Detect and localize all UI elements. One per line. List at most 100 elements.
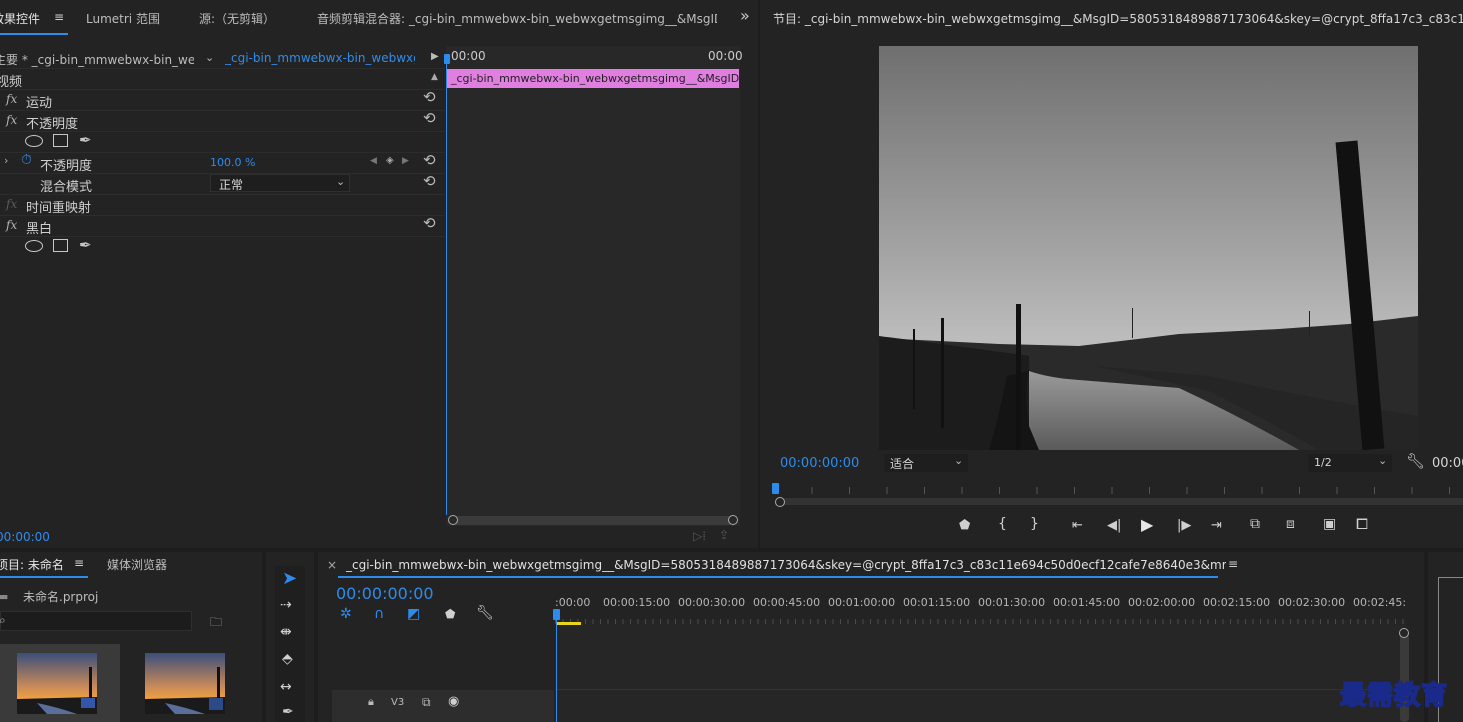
slip-tool-icon[interactable]: ↔ bbox=[280, 679, 292, 695]
zoom-handle[interactable] bbox=[775, 497, 785, 507]
ruler-label: :00:00 bbox=[555, 596, 591, 609]
step-back-icon[interactable]: ◀| bbox=[1107, 518, 1121, 533]
reset-icon[interactable]: ⟲ bbox=[423, 214, 436, 232]
effect-timecode[interactable]: 00:00:00 bbox=[0, 530, 50, 544]
tab-lumetri-scopes[interactable]: Lumetri 范围 bbox=[86, 10, 160, 27]
program-ruler[interactable] bbox=[774, 480, 1454, 494]
timeline-title[interactable]: _cgi-bin_mmwebwx-bin_webwxgetmsgimg__&Ms… bbox=[346, 558, 1226, 572]
go-to-in-icon[interactable]: ⇤ bbox=[1072, 518, 1083, 533]
add-keyframe-icon[interactable]: ◈ bbox=[386, 155, 394, 166]
linked-selection-icon[interactable]: ◩ bbox=[407, 606, 420, 622]
fit-dropdown[interactable]: 适合 ⌄ bbox=[884, 454, 968, 472]
prev-keyframe-icon[interactable]: ◀ bbox=[370, 156, 377, 166]
sync-lock-icon[interactable]: ⧉ bbox=[422, 695, 431, 710]
blend-mode-dropdown[interactable]: 正常 ⌄ bbox=[210, 174, 350, 192]
opacity-param-label: 不透明度 bbox=[40, 159, 93, 174]
resolution-dropdown[interactable]: 1/2 ⌄ bbox=[1308, 454, 1392, 472]
reset-icon[interactable]: ⟲ bbox=[423, 109, 436, 127]
lock-icon[interactable]: 🔒︎ bbox=[368, 695, 374, 709]
playhead-marker[interactable] bbox=[444, 54, 450, 64]
program-playhead[interactable] bbox=[772, 483, 779, 494]
timeline-ruler[interactable] bbox=[555, 610, 1406, 624]
filter-icon[interactable]: ▷⁞ bbox=[693, 529, 706, 543]
search-input[interactable]: ⌕ bbox=[0, 611, 192, 631]
scroll-handle-right[interactable] bbox=[728, 515, 738, 525]
expand-icon[interactable]: › bbox=[4, 154, 8, 167]
fx-icon[interactable]: fx bbox=[6, 92, 17, 106]
play-icon[interactable]: ▶ bbox=[1141, 515, 1153, 534]
mark-out-icon[interactable]: } bbox=[1030, 516, 1039, 532]
resolution-value: 1/2 bbox=[1314, 456, 1332, 469]
pen-tool-icon[interactable]: ✒ bbox=[282, 704, 294, 720]
selection-tool-icon[interactable]: ➤ bbox=[282, 568, 297, 589]
nest-icon[interactable]: ✲ bbox=[340, 606, 352, 622]
effect-scrollbar[interactable] bbox=[452, 516, 734, 525]
extract-icon[interactable]: ⧈ bbox=[1286, 516, 1295, 532]
tab-audio-clip-mixer[interactable]: 音频剪辑混合器: _cgi-bin_mmwebwx-bin_webwxgetms… bbox=[317, 10, 717, 27]
sequence-clip-label[interactable]: _cgi-bin_mmwebwx-bin_webwxget... bbox=[225, 51, 415, 65]
ellipse-mask-icon[interactable] bbox=[25, 135, 43, 147]
clip-thumbnail[interactable] bbox=[17, 653, 97, 714]
rectangle-mask-icon[interactable] bbox=[53, 239, 68, 252]
add-marker-icon[interactable]: ⬟ bbox=[445, 607, 455, 621]
program-zoom-bar[interactable] bbox=[780, 498, 1463, 505]
export-icon[interactable]: ⇪ bbox=[719, 528, 729, 542]
tab-project[interactable]: 项目: 未命名 bbox=[0, 556, 64, 573]
timeline-track-area[interactable] bbox=[555, 620, 1406, 722]
razor-tool-icon[interactable]: ⬘ bbox=[282, 651, 293, 667]
wrench-icon[interactable]: 🔧︎ bbox=[1406, 452, 1425, 470]
scroll-handle[interactable] bbox=[1399, 628, 1409, 638]
timeline-timecode[interactable]: 00:00:00:00 bbox=[336, 584, 434, 603]
sequence-thumbnail[interactable] bbox=[145, 653, 225, 714]
fx-timeremap-label: 时间重映射 bbox=[26, 201, 92, 216]
master-clip-label[interactable]: 主要 * _cgi-bin_mmwebwx-bin_webw... bbox=[0, 51, 194, 68]
step-forward-icon[interactable]: |▶ bbox=[1177, 518, 1191, 533]
mark-in-icon[interactable]: { bbox=[998, 516, 1007, 532]
ripple-edit-tool-icon[interactable]: ⇼ bbox=[280, 624, 292, 640]
chevron-down-icon[interactable]: ⌄ bbox=[205, 51, 214, 64]
next-keyframe-icon[interactable]: ▶ bbox=[402, 156, 409, 166]
lift-icon[interactable]: ⧉ bbox=[1250, 516, 1260, 532]
program-timecode[interactable]: 00:00:00:00 bbox=[780, 456, 859, 471]
tool-strip bbox=[275, 566, 305, 722]
go-to-out-icon[interactable]: ⇥ bbox=[1211, 518, 1222, 533]
tab-menu-icon[interactable]: ≡ bbox=[54, 10, 64, 24]
reset-icon[interactable]: ⟲ bbox=[423, 88, 436, 106]
fx-icon[interactable]: fx bbox=[6, 197, 17, 211]
reset-icon[interactable]: ⟲ bbox=[423, 172, 436, 190]
tab-menu-icon[interactable]: ≡ bbox=[74, 556, 84, 570]
chevron-down-icon: ⌄ bbox=[336, 175, 346, 188]
tab-media-browser[interactable]: 媒体浏览器 bbox=[107, 556, 167, 573]
eye-icon[interactable]: ◉ bbox=[448, 694, 459, 709]
ruler-label: 00:01:30:00 bbox=[978, 596, 1046, 609]
reset-icon[interactable]: ⟲ bbox=[423, 151, 436, 169]
track-select-tool-icon[interactable]: ⇢ bbox=[280, 597, 292, 613]
fx-icon[interactable]: fx bbox=[6, 218, 17, 232]
wrench-icon[interactable]: 🔧︎ bbox=[476, 605, 494, 621]
close-icon[interactable]: × bbox=[327, 558, 337, 572]
clip-bar[interactable]: _cgi-bin_mmwebwx-bin_webwxgetmsgimg__&Ms… bbox=[447, 69, 739, 88]
ellipse-mask-icon[interactable] bbox=[25, 240, 43, 252]
program-video-frame bbox=[879, 46, 1418, 450]
collapse-icon[interactable]: ▲ bbox=[431, 72, 438, 82]
more-tabs-icon[interactable]: » bbox=[740, 6, 750, 25]
marker-icon[interactable]: ⬟ bbox=[959, 518, 970, 533]
scroll-handle-left[interactable] bbox=[448, 515, 458, 525]
new-bin-icon[interactable]: 🗀︎ bbox=[210, 613, 222, 634]
track-v3-header bbox=[332, 690, 554, 722]
ruler-label: 00:02:00:00 bbox=[1128, 596, 1196, 609]
tab-menu-icon[interactable]: ≡ bbox=[1228, 557, 1238, 571]
work-area-bar[interactable] bbox=[557, 622, 581, 625]
rectangle-mask-icon[interactable] bbox=[53, 134, 68, 147]
fx-icon[interactable]: fx bbox=[6, 113, 17, 127]
camera-icon[interactable]: ▣ bbox=[1323, 516, 1336, 532]
play-clip-icon[interactable]: ▶ bbox=[431, 51, 439, 62]
tab-source[interactable]: 源:（无剪辑） bbox=[199, 10, 275, 27]
compare-icon[interactable]: ⧠ bbox=[1356, 515, 1368, 533]
opacity-value[interactable]: 100.0 % bbox=[210, 156, 255, 169]
snap-icon[interactable]: ∩ bbox=[374, 606, 384, 622]
tab-effect-controls[interactable]: 效果控件 bbox=[0, 10, 48, 27]
stopwatch-icon[interactable]: ⏱ bbox=[21, 152, 32, 168]
pen-mask-icon[interactable]: ✒ bbox=[79, 131, 92, 149]
pen-mask-icon[interactable]: ✒ bbox=[79, 236, 92, 254]
